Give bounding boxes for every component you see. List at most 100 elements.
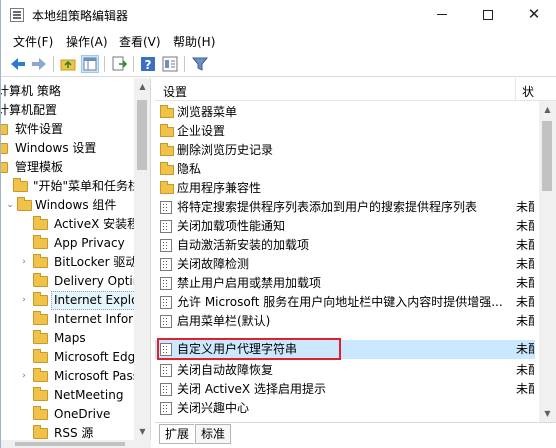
list-item-state: 未配 — [516, 342, 534, 356]
column-header-setting[interactable]: 设置 — [163, 83, 187, 100]
filter-icon[interactable] — [191, 55, 209, 73]
folder-icon — [160, 162, 174, 175]
tree-item[interactable]: 计算机 策略 — [1, 82, 61, 101]
list-item-label: 允许 Microsoft 服务在用户向地址栏中键入内容时提供增强... — [177, 295, 503, 309]
tree-item-label: Windows 设置 — [15, 141, 97, 155]
list-item-label: 启用菜单栏(默认) — [177, 314, 271, 328]
folder-icon — [33, 330, 48, 344]
list-item-setting[interactable]: 将特定搜索提供程序列表添加到用户的搜索提供程序列表 未配 — [155, 198, 535, 217]
list-item-setting[interactable]: 关闭 ActiveX 选择启用提示 未配 — [155, 380, 535, 399]
list-item-setting[interactable]: 禁止用户启用或禁用加载项 未配 — [155, 274, 535, 293]
console-tree-icon[interactable] — [81, 55, 99, 73]
tree-vertical-scrollbar[interactable]: ▲ ▼ — [134, 78, 150, 440]
toolbar-separator — [184, 56, 185, 72]
policy-setting-icon — [160, 201, 172, 214]
folder-icon — [1, 124, 8, 135]
list-item-folder[interactable]: 应用程序兼容性 — [155, 179, 535, 198]
menu-bar: 文件(F) 操作(A) 查看(V) 帮助(H) — [1, 30, 556, 50]
list-item-folder[interactable]: 浏览器菜单 — [155, 103, 535, 122]
scroll-thumb[interactable] — [137, 100, 147, 170]
scroll-down-icon[interactable]: ▼ — [539, 405, 556, 422]
list-item-folder[interactable]: 删除浏览历史记录 — [155, 141, 535, 160]
tab-standard[interactable]: 标准 — [195, 424, 232, 444]
list-item-folder[interactable]: 企业设置 — [155, 122, 535, 141]
folder-up-icon[interactable] — [59, 55, 77, 73]
folder-icon — [33, 425, 48, 439]
folder-icon — [1, 143, 8, 154]
folder-icon — [33, 292, 48, 306]
tree-item[interactable]: 计算机配置 — [1, 101, 57, 120]
tree-item-selected[interactable]: › Internet Explorer — [1, 291, 150, 310]
list-item-setting[interactable]: 启用菜单栏(默认) 未配 — [155, 312, 535, 331]
list-item-label: 企业设置 — [177, 124, 226, 138]
policy-setting-icon — [160, 258, 172, 271]
folder-icon — [160, 124, 174, 137]
list-item-label: 隐私 — [177, 162, 202, 176]
menu-action[interactable]: 操作(A) — [66, 33, 108, 50]
chevron-right-icon[interactable]: › — [19, 367, 29, 386]
tree-item-label: Windows 组件 — [35, 198, 117, 212]
toolbar-separator — [104, 56, 105, 72]
chevron-right-icon[interactable]: › — [19, 291, 29, 310]
folder-icon — [33, 311, 48, 325]
list-item-folder[interactable]: 隐私 — [155, 160, 535, 179]
policy-setting-icon — [160, 220, 172, 233]
list-item-setting[interactable]: 关闭加载项性能通知 未配 — [155, 217, 535, 236]
arrow-left-icon[interactable] — [9, 55, 27, 73]
settings-list[interactable]: 设置 状 浏览器菜单 企业设置 删除浏览历史记录 隐私 应用程序兼容性 将特定搜… — [155, 78, 556, 422]
list-vertical-scrollbar[interactable]: ▲ ▼ — [539, 101, 556, 422]
policy-setting-icon — [160, 296, 172, 309]
folder-icon — [33, 406, 48, 420]
menu-file[interactable]: 文件(F) — [13, 33, 53, 50]
folder-open-icon — [1, 162, 8, 173]
list-item-label: 自动激活新安装的加载项 — [177, 238, 310, 252]
toolbar-separator — [133, 56, 134, 72]
help-icon[interactable]: ? — [139, 55, 157, 73]
folder-icon — [33, 216, 48, 230]
minimize-button[interactable] — [419, 0, 465, 30]
tree-item-label: 计算机 策略 — [1, 84, 61, 98]
scroll-thumb[interactable] — [542, 121, 552, 191]
list-item-state: 未配 — [516, 276, 534, 290]
list-item-setting[interactable]: 关闭故障检测 未配 — [155, 255, 535, 274]
policy-setting-icon — [160, 277, 172, 290]
highlight-annotation-box — [157, 338, 341, 360]
menu-help[interactable]: 帮助(H) — [173, 33, 215, 50]
tab-extended[interactable]: 扩展 — [159, 424, 195, 444]
properties-icon[interactable] — [161, 55, 179, 73]
policy-setting-icon — [160, 239, 172, 252]
scroll-up-icon[interactable]: ▲ — [134, 78, 150, 95]
column-header-state[interactable]: 状 — [522, 83, 534, 100]
list-item-label: 关闭自动故障恢复 — [177, 363, 274, 377]
list-item-setting[interactable]: 关闭兴趣中心 — [155, 399, 535, 418]
list-item-label: 关闭兴趣中心 — [177, 401, 250, 415]
chevron-right-icon[interactable]: › — [19, 253, 29, 272]
tree-item-label: Maps — [54, 331, 86, 345]
title-bar: 本地组策略编辑器 ✕ — [1, 0, 556, 30]
close-button[interactable]: ✕ — [511, 0, 556, 30]
list-item-setting[interactable]: 允许 Microsoft 服务在用户向地址栏中键入内容时提供增强... 未配 — [155, 293, 535, 312]
list-item-state: 未配 — [516, 200, 534, 214]
tree-horizontal-scrollbar[interactable] — [1, 440, 151, 448]
toolbar: ? — [1, 51, 556, 77]
list-item-label: 禁止用户启用或禁用加载项 — [177, 276, 322, 290]
scroll-down-icon[interactable]: ▼ — [134, 423, 150, 440]
chevron-down-icon[interactable]: ⌄ — [5, 196, 15, 215]
column-divider[interactable] — [515, 78, 516, 101]
tree-item-label: App Privacy — [54, 236, 125, 250]
maximize-button[interactable] — [465, 0, 511, 30]
list-item-setting[interactable]: 关闭自动故障恢复 未配 — [155, 361, 535, 380]
list-item-label: 删除浏览历史记录 — [177, 143, 274, 157]
menu-view[interactable]: 查看(V) — [119, 33, 161, 50]
scroll-up-icon[interactable]: ▲ — [539, 101, 556, 118]
policy-setting-icon — [160, 383, 172, 396]
arrow-right-icon[interactable] — [30, 55, 48, 73]
list-header: 设置 状 — [155, 78, 556, 101]
console-tree[interactable]: 计算机 策略 计算机配置 软件设置 Windows 设置 管理模板 "开始"菜单… — [1, 78, 151, 440]
export-list-icon[interactable] — [110, 55, 128, 73]
list-item-label: 关闭 ActiveX 选择启用提示 — [177, 382, 326, 396]
scroll-thumb[interactable] — [15, 442, 125, 446]
folder-icon — [160, 181, 174, 194]
list-item-setting[interactable]: 自动激活新安装的加载项 未配 — [155, 236, 535, 255]
tree-item-label: 计算机配置 — [1, 103, 58, 117]
